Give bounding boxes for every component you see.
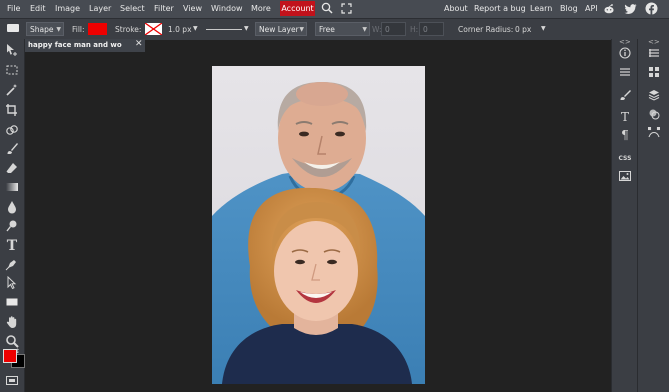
facebook-icon[interactable] (645, 2, 658, 17)
corner-radius-arrow-icon[interactable]: ▼ (541, 25, 546, 32)
brush-tool-icon[interactable] (4, 142, 20, 158)
character-icon[interactable]: T (617, 110, 633, 124)
stroke-none-swatch[interactable] (144, 22, 163, 36)
height-input[interactable]: 0 (419, 22, 444, 36)
expand-layers-icon[interactable]: <> (648, 38, 660, 46)
mode-value: Free (319, 25, 335, 34)
height-label: H: (410, 25, 419, 34)
fill-label: Fill: (72, 25, 85, 34)
menu-select[interactable]: Select (120, 4, 145, 13)
right-panel-layers: <> (637, 38, 669, 392)
right-panel-collapsed: <> T ¶ CSS (611, 38, 638, 392)
menu-layer[interactable]: Layer (89, 4, 111, 13)
menu-filter[interactable]: Filter (154, 4, 174, 13)
link-api[interactable]: API (585, 4, 598, 13)
history-icon[interactable] (646, 47, 662, 61)
shape-tool-icon[interactable] (4, 295, 20, 311)
magic-wand-icon[interactable] (4, 83, 20, 99)
stroke-width-value[interactable]: 1.0 px (168, 25, 192, 34)
image-icon[interactable] (617, 170, 633, 184)
eraser-tool-icon[interactable] (4, 161, 20, 177)
corner-radius-value[interactable]: 0 px (515, 25, 531, 34)
link-blog[interactable]: Blog (560, 4, 578, 13)
fullscreen-icon[interactable] (341, 3, 352, 16)
menu-window[interactable]: Window (211, 4, 243, 13)
layers-icon[interactable] (646, 89, 662, 103)
swap-colors-icon[interactable]: ↕ (15, 348, 20, 355)
link-report-bug[interactable]: Report a bug (474, 4, 526, 13)
blur-tool-icon[interactable] (4, 200, 20, 216)
menu-view[interactable]: View (183, 4, 202, 13)
quick-mask-inner (9, 379, 15, 382)
link-about[interactable]: About (444, 4, 468, 13)
menu-image[interactable]: Image (55, 4, 80, 13)
fill-color-swatch[interactable] (88, 23, 107, 35)
marquee-select-icon[interactable] (4, 63, 20, 79)
width-value: 0 (385, 25, 390, 34)
close-icon[interactable]: ✕ (135, 39, 143, 49)
css-panel-button[interactable]: CSS (615, 152, 635, 166)
menu-more[interactable]: More (251, 4, 271, 13)
reddit-icon[interactable] (603, 3, 615, 17)
account-button[interactable]: Account (280, 1, 315, 16)
swatches-icon[interactable] (646, 66, 662, 80)
rectangle-shape-icon (7, 24, 19, 32)
stroke-style-arrow-icon[interactable]: ▼ (244, 25, 249, 32)
gradient-tool-icon[interactable] (4, 180, 20, 196)
crop-tool-icon[interactable] (4, 103, 20, 119)
text-tool-icon[interactable]: T (4, 238, 20, 254)
hand-tool-icon[interactable] (4, 315, 20, 331)
move-tool-icon[interactable] (4, 43, 20, 59)
shape-dropdown[interactable]: Shape ▼ (26, 22, 64, 36)
stroke-style-line[interactable] (206, 29, 242, 30)
menu-edit[interactable]: Edit (30, 4, 46, 13)
paragraph-icon[interactable]: ¶ (617, 128, 633, 142)
quick-mask-icon[interactable] (6, 376, 18, 385)
search-icon[interactable] (321, 2, 333, 16)
pen-tool-icon[interactable] (4, 257, 20, 273)
height-value: 0 (423, 25, 428, 34)
tools-panel: T ↕ (0, 39, 25, 392)
twitter-icon[interactable] (624, 3, 637, 17)
document-tab-title: happy face man and wo (28, 41, 122, 49)
menu-file[interactable]: File (7, 4, 20, 13)
dodge-tool-icon[interactable] (4, 219, 20, 235)
canvas-image[interactable] (212, 66, 425, 384)
menu-bar: File Edit Image Layer Select Filter View… (0, 0, 669, 18)
stroke-label: Stroke: (115, 25, 142, 34)
expand-panel-icon[interactable]: <> (619, 38, 631, 46)
layer-value: New Layer (259, 25, 299, 34)
path-select-icon[interactable] (4, 275, 20, 292)
healing-tool-icon[interactable] (4, 123, 20, 139)
mode-dropdown[interactable]: Free ▼ (315, 22, 370, 36)
corner-radius-label: Corner Radius: (458, 25, 514, 34)
brush-settings-icon[interactable] (617, 89, 633, 103)
link-learn[interactable]: Learn (530, 4, 552, 13)
properties-icon[interactable] (617, 66, 633, 80)
channels-icon[interactable] (646, 108, 662, 122)
shape-value: Shape (30, 25, 54, 34)
info-icon[interactable] (617, 47, 633, 61)
document-tab[interactable]: happy face man and wo ✕ (25, 39, 145, 52)
layer-dropdown[interactable]: New Layer ▼ (255, 22, 307, 36)
options-bar: Shape ▼ Fill: Stroke: 1.0 px ▼ ▼ New Laye… (0, 18, 669, 40)
paths-icon[interactable] (646, 126, 662, 141)
width-input[interactable]: 0 (381, 22, 406, 36)
stroke-width-arrow-icon[interactable]: ▼ (193, 25, 198, 32)
